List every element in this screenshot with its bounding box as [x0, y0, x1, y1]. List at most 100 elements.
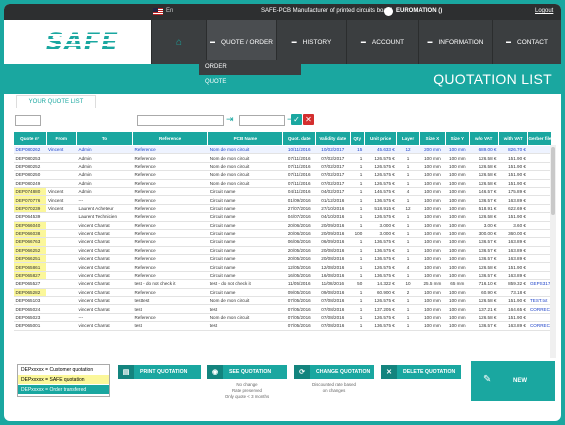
column-header[interactable]: with VAT: [497, 131, 529, 146]
table-cell: 151.90 €: [498, 179, 528, 188]
table-row[interactable]: DEP066040 vincent Charrat Reference Circuit…: [13, 221, 552, 230]
table-cell: DEP066038: [13, 229, 47, 239]
column-header[interactable]: Reference: [131, 131, 209, 146]
table-row[interactable]: DEP080252 Admin Reference Nom de mon circui…: [13, 162, 552, 172]
safe-logo[interactable]: SAFE: [46, 28, 119, 56]
column-header[interactable]: Validity date: [314, 131, 351, 146]
logout-link[interactable]: Logout: [535, 8, 553, 14]
nav-quote-order[interactable]: ▬ QUOTE / ORDER: [206, 20, 276, 64]
table-cell: [527, 212, 552, 222]
nav-account[interactable]: ▬ ACCOUNT: [346, 20, 418, 64]
table-cell: 10/11/2016: [282, 145, 316, 155]
nav-history[interactable]: ▬ HISTORY: [276, 20, 346, 64]
table-cell: Vincent: [46, 204, 77, 214]
table-row[interactable]: DEP065001 vincent Charrat test test 07/05/20…: [13, 321, 552, 331]
column-header[interactable]: Gerber file: [527, 131, 552, 146]
table-cell: [46, 288, 77, 298]
table-row[interactable]: DEP066252 vincent Charrat Reference Circuit…: [13, 246, 552, 256]
table-cell: 518.91 €: [469, 204, 499, 214]
change-quotation-button[interactable]: ⟳ CHANGE QUOTATION: [294, 365, 374, 379]
reference-filter[interactable]: [137, 115, 224, 126]
column-header[interactable]: Layer: [396, 131, 420, 146]
menu-item-quote[interactable]: QUOTE: [199, 75, 301, 90]
column-header[interactable]: Qty: [349, 131, 365, 146]
table-row[interactable]: DEP074880 Vincent Admin Reference Circuit na…: [13, 187, 552, 197]
table-cell: 1: [396, 179, 420, 188]
table-cell: 151.90 €: [498, 313, 528, 323]
table-row[interactable]: DEP065024 vincent Charrat test test 07/05/20…: [13, 304, 552, 314]
uk-flag-icon[interactable]: [153, 8, 163, 15]
column-header[interactable]: Unit price: [363, 131, 398, 146]
tab-your-quote-list[interactable]: YOUR QUOTE LIST: [16, 95, 96, 108]
table-cell: 07/08/2016: [315, 321, 351, 331]
nav-information[interactable]: ▬ INFORMATION: [418, 20, 492, 64]
table-cell: 300.00 €: [469, 229, 499, 239]
nav-home[interactable]: ⌂: [151, 20, 206, 64]
table-cell: [46, 237, 77, 247]
table-cell: 100 mm: [445, 254, 470, 264]
table-cell: 12/05/2016: [282, 262, 316, 272]
table-row[interactable]: DEP065827 vincent Charrat Reference Circuit…: [13, 271, 552, 281]
quote-dropdown-menu: ORDER QUOTE: [199, 60, 301, 90]
table-cell: 100 mm: [445, 153, 470, 163]
table-row[interactable]: DEP080250 Admin Reference Nom de mon circui…: [13, 170, 552, 180]
column-header[interactable]: w/o VAT: [468, 131, 500, 146]
column-header[interactable]: Size Y: [445, 131, 470, 146]
table-cell: [527, 179, 552, 188]
menu-item-order[interactable]: ORDER: [199, 60, 301, 75]
close-icon[interactable]: ✕: [303, 114, 314, 125]
table-scrollbar[interactable]: [550, 145, 556, 358]
table-cell: vincent Charrat: [76, 237, 133, 247]
column-header[interactable]: To: [76, 131, 133, 146]
table-cell: [46, 296, 77, 306]
table-cell: DEP066763: [13, 237, 47, 247]
table-row[interactable]: DEP080262 Vincent Admin Reference Nom de mon…: [13, 145, 552, 155]
caret-icon: ▬: [209, 39, 215, 45]
column-header[interactable]: Quote n°: [13, 131, 47, 146]
table-cell: 100 mm: [445, 221, 470, 230]
table-cell: 07/08/2016: [315, 313, 351, 323]
table-cell: [527, 288, 552, 298]
table-row[interactable]: DEP066038 vincent Charrat Reference Circuit…: [13, 229, 552, 239]
table-cell: Reference: [132, 254, 208, 264]
see-quotation-button[interactable]: ◉ SEE QUOTATION: [207, 365, 287, 379]
table-cell: 45.633 €: [364, 145, 397, 155]
nav-contact[interactable]: ▬ CONTACT: [492, 20, 561, 64]
table-cell: 01/12/2016: [315, 195, 351, 205]
table-row[interactable]: DEP065023 --- Reference Nom de mon circuit 0…: [13, 313, 552, 323]
column-header[interactable]: Size X: [418, 131, 447, 146]
table-row[interactable]: DEP065103 vincent Charrat testtest Nom de m…: [13, 296, 552, 306]
table-row[interactable]: DEP070776 Vincent --- Reference Circuit name…: [13, 195, 552, 205]
print-quotation-button[interactable]: ▤ PRINT QUOTATION: [118, 365, 201, 379]
pcb-name-filter[interactable]: [239, 115, 285, 126]
table-row[interactable]: DEP065861 vincent Charrat Reference Circuit…: [13, 262, 552, 272]
new-quotation-button[interactable]: ✎ NEW: [471, 361, 555, 401]
apply-filter-icon[interactable]: ⇥: [226, 114, 235, 125]
language-label[interactable]: En: [166, 8, 173, 14]
column-header[interactable]: From: [45, 131, 78, 146]
table-row[interactable]: DEP065282 vincent Charrat Reference Circuit…: [13, 288, 552, 298]
table-row[interactable]: DEP066763 vincent Charrat Reference Circuit…: [13, 237, 552, 247]
table-row[interactable]: DEP080249 Admin Reference Nom de mon circui…: [13, 179, 552, 188]
table-row[interactable]: DEP065527 vincent Charrat test - do not ch…: [13, 279, 552, 289]
column-header[interactable]: Quot. date: [282, 131, 316, 146]
table-cell: 126.58 €: [469, 179, 499, 188]
table-cell: 100 mm: [445, 313, 470, 323]
table-cell: DEP065282: [13, 288, 47, 298]
table-row[interactable]: DEP066251 vincent Charrat Reference Circuit…: [13, 254, 552, 264]
table-cell: 07/05/2016: [282, 296, 316, 306]
table-cell: 100 mm: [419, 246, 446, 256]
table-cell: 126.575 €: [364, 313, 397, 323]
user-icon: [384, 7, 393, 16]
scrollbar-thumb[interactable]: [551, 147, 555, 215]
table-row[interactable]: DEP070239 Vincent Laurent Acheteur Referenc…: [13, 204, 552, 214]
column-header[interactable]: PCB Name: [207, 131, 284, 146]
check-icon[interactable]: ✓: [291, 114, 302, 125]
quote-number-filter[interactable]: [15, 115, 41, 126]
table-cell: DEP066252: [13, 246, 47, 256]
table-cell: Reference: [132, 204, 208, 214]
delete-quotation-button[interactable]: ✕ DELETE QUOTATION: [381, 365, 461, 379]
table-row[interactable]: DEP080253 Admin Reference Nom de mon circui…: [13, 153, 552, 163]
table-row[interactable]: DEP064539 Laurent Technicien Reference Circ…: [13, 212, 552, 222]
table-cell: 100 mm: [419, 212, 446, 222]
